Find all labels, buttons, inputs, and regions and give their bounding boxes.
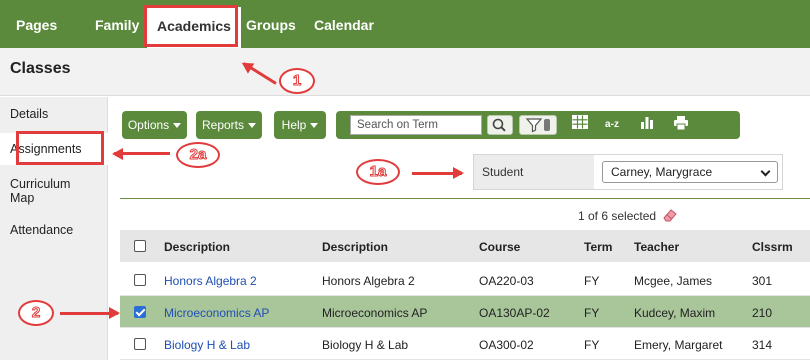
grid-icon <box>572 115 588 129</box>
bar-chart-icon <box>641 117 653 129</box>
nav-calendar[interactable]: Calendar <box>314 0 374 48</box>
teacher-cell: Kudcey, Maxim <box>634 306 716 320</box>
help-label: Help <box>281 118 307 132</box>
sidebar-item-details[interactable]: Details <box>0 107 108 121</box>
description-cell: Biology H & Lab <box>322 338 409 352</box>
sidebar-item-curriculum-map[interactable]: Curriculum Map <box>0 177 90 205</box>
options-label: Options <box>127 118 170 132</box>
chevron-down-icon <box>760 166 771 177</box>
course-cell: OA300-02 <box>479 338 534 352</box>
search-toolbar: a-z <box>336 111 740 139</box>
column-header[interactable]: Description <box>164 240 230 254</box>
grid-view-button[interactable] <box>568 115 592 135</box>
row-checkbox-checked[interactable] <box>134 306 146 318</box>
term-cell: FY <box>584 274 600 288</box>
reports-button[interactable]: Reports <box>196 111 262 139</box>
nav-family[interactable]: Family <box>95 0 139 48</box>
section-divider <box>120 198 810 199</box>
row-checkbox[interactable] <box>134 274 146 286</box>
teacher-cell: Emery, Margaret <box>634 338 723 352</box>
annotation-arrow <box>60 307 120 319</box>
course-cell: OA220-03 <box>479 274 534 288</box>
annotation-arrow <box>114 152 170 155</box>
column-header[interactable]: Clssrm <box>752 240 793 254</box>
callout-2: 2 <box>18 300 54 326</box>
student-selector: Student Carney, Marygrace <box>473 154 783 190</box>
student-label: Student <box>474 155 594 189</box>
academics-highlight-box <box>144 5 238 47</box>
course-cell: OA130AP-02 <box>479 306 550 320</box>
selection-count-text: 1 of 6 selected <box>578 209 657 223</box>
search-input[interactable] <box>350 115 482 135</box>
page-title: Classes <box>10 60 71 77</box>
sort-az-button[interactable]: a-z <box>598 115 626 135</box>
sidebar-item-attendance[interactable]: Attendance <box>0 223 108 237</box>
search-icon <box>492 118 506 132</box>
filter-button[interactable] <box>519 115 557 135</box>
select-all-checkbox[interactable] <box>134 240 146 252</box>
chart-button[interactable] <box>636 115 658 135</box>
caret-down-icon <box>248 123 257 129</box>
callout-1: 1 <box>279 68 315 94</box>
help-button[interactable]: Help <box>274 111 326 139</box>
classroom-cell: 210 <box>752 306 773 320</box>
column-header[interactable]: Description <box>322 240 388 254</box>
top-navigation: Pages Family Academics Groups Calendar <box>0 0 810 48</box>
print-button[interactable] <box>670 115 692 135</box>
classroom-cell: 301 <box>752 274 773 288</box>
classroom-cell: 314 <box>752 338 773 352</box>
table-header: Description Description Course Term Teac… <box>120 230 810 262</box>
annotation-arrow <box>412 167 464 179</box>
table-row-selected[interactable]: Microeconomics AP Microeconomics AP OA13… <box>120 296 810 328</box>
sort-az-icon: a-z <box>605 119 619 130</box>
caret-down-icon <box>173 123 182 129</box>
page-header: Classes <box>0 48 810 96</box>
column-header[interactable]: Teacher <box>634 240 679 254</box>
class-link[interactable]: Microeconomics AP <box>164 306 269 320</box>
class-link[interactable]: Honors Algebra 2 <box>164 274 257 288</box>
search-button[interactable] <box>487 115 513 135</box>
term-cell: FY <box>584 338 600 352</box>
options-button[interactable]: Options <box>122 111 187 139</box>
printer-icon <box>674 116 688 131</box>
student-selected-value: Carney, Marygrace <box>611 165 713 179</box>
description-cell: Honors Algebra 2 <box>322 274 415 288</box>
nav-groups[interactable]: Groups <box>246 0 296 48</box>
caret-down-icon <box>310 123 319 129</box>
reports-label: Reports <box>201 118 245 132</box>
column-header[interactable]: Term <box>584 240 612 254</box>
description-cell: Microeconomics AP <box>322 306 428 320</box>
term-cell: FY <box>584 306 600 320</box>
assignments-highlight-box <box>16 131 104 165</box>
table-row[interactable]: Honors Algebra 2 Honors Algebra 2 OA220-… <box>120 264 810 296</box>
column-header[interactable]: Course <box>479 240 520 254</box>
row-checkbox[interactable] <box>134 338 146 350</box>
teacher-cell: Mcgee, James <box>634 274 713 288</box>
table-row[interactable]: Biology H & Lab Biology H & Lab OA300-02… <box>120 328 810 360</box>
callout-1a: 1a <box>356 159 400 185</box>
selection-count: 1 of 6 selected <box>578 208 678 223</box>
class-link[interactable]: Biology H & Lab <box>164 338 250 352</box>
filter-icon <box>525 118 550 133</box>
student-dropdown[interactable]: Carney, Marygrace <box>602 161 778 183</box>
callout-2a: 2a <box>176 142 220 168</box>
nav-pages[interactable]: Pages <box>16 0 57 48</box>
eraser-icon[interactable] <box>662 208 678 222</box>
